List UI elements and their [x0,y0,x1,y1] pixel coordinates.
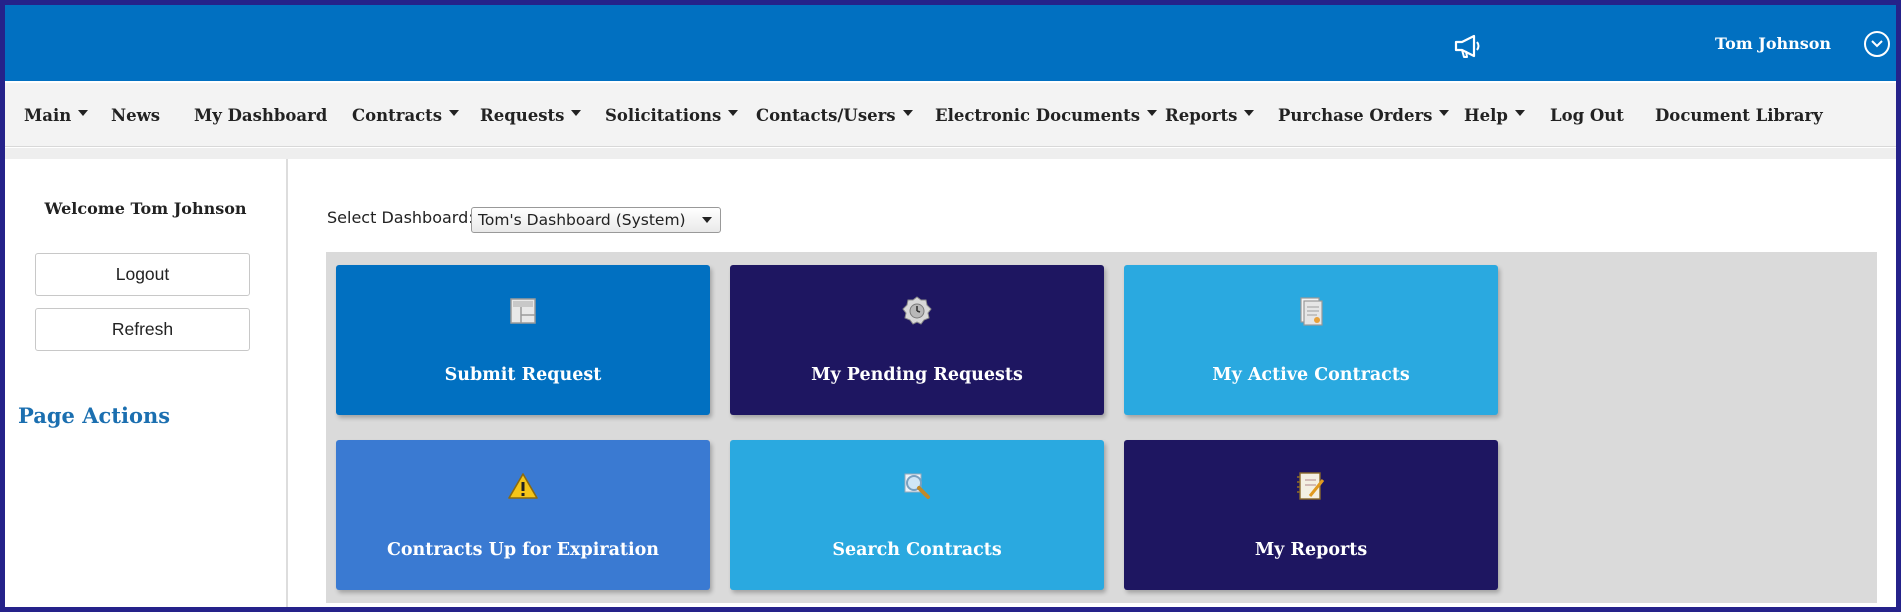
user-name[interactable]: Tom Johnson [1715,29,1831,59]
nav-item-label: Help [1464,105,1508,125]
nav-item-label: News [111,105,161,125]
caret-down-icon [449,110,460,116]
nav-item-label: Requests [480,105,565,125]
sidebar: Welcome Tom Johnson Logout Refresh Page … [5,159,288,607]
notebook-icon [1124,468,1498,504]
tile-label: Submit Request [444,365,602,385]
nav-item-news[interactable]: News [111,83,160,147]
welcome-text: Welcome Tom Johnson [44,199,247,218]
dashboard-select-value: Tom's Dashboard (System) [478,211,686,229]
tile-grid: Submit Request My Pending Requests My Ac… [326,252,1877,603]
nav-item-label: Main [24,105,72,125]
nav-item-label: My Dashboard [194,105,328,125]
nav-item-label: Contracts [352,105,443,125]
nav-item-label: Log Out [1550,105,1624,125]
nav-item-log-out[interactable]: Log Out [1550,83,1624,147]
tile-label: My Active Contracts [1212,365,1410,385]
caret-down-icon [702,217,712,223]
nav-item-solicitations[interactable]: Solicitations [605,83,739,147]
tile-search-contracts[interactable]: Search Contracts [730,440,1104,590]
tile-my-active-contracts[interactable]: My Active Contracts [1124,265,1498,415]
nav-item-label: Solicitations [605,105,722,125]
nav-item-requests[interactable]: Requests [480,83,582,147]
nav-item-help[interactable]: Help [1464,83,1525,147]
nav-item-label: Document Library [1655,105,1823,125]
nav-item-label: Reports [1165,105,1238,125]
megaphone-icon[interactable] [1448,28,1488,64]
chevron-down-circle-icon[interactable] [1864,31,1890,57]
caret-down-icon [1514,110,1525,116]
caret-down-icon [902,110,913,116]
nav-item-contacts-users[interactable]: Contacts/Users [756,83,913,147]
nav-divider [5,148,1896,159]
tile-my-pending-requests[interactable]: My Pending Requests [730,265,1104,415]
dashboard-select[interactable]: Tom's Dashboard (System) [471,207,721,233]
tile-label: Contracts Up for Expiration [386,540,660,560]
caret-down-icon [1147,110,1157,116]
nav-item-label: Contacts/Users [756,105,896,125]
page-actions-heading: Page Actions [18,403,171,428]
nav-item-contracts[interactable]: Contracts [352,83,460,147]
nav-item-electronic-documents[interactable]: Electronic Documents [935,83,1157,147]
dashboard-main: Select Dashboard: Tom's Dashboard (Syste… [290,159,1896,607]
form-icon [336,293,710,329]
caret-down-icon [1244,110,1255,116]
tile-submit-request[interactable]: Submit Request [336,265,710,415]
caret-down-icon [571,110,582,116]
nav-item-label: Electronic Documents [935,105,1140,125]
app-frame: Tom Johnson Main News My Dashboard Contr… [5,5,1896,607]
magnifier-icon [730,468,1104,504]
tile-label: My Reports [1254,540,1368,560]
nav-item-reports[interactable]: Reports [1165,83,1255,147]
caret-down-icon [1439,110,1450,116]
caret-down-icon [78,110,89,116]
refresh-button[interactable]: Refresh [35,308,250,351]
tile-label: My Pending Requests [811,365,1023,385]
nav-item-main[interactable]: Main [24,83,89,147]
nav-item-my-dashboard[interactable]: My Dashboard [194,83,327,147]
logout-button[interactable]: Logout [35,253,250,296]
warning-icon [336,468,710,504]
document-icon [1124,293,1498,329]
tile-label: Search Contracts [832,540,1002,560]
top-header: Tom Johnson [5,5,1896,81]
nav-item-document-library[interactable]: Document Library [1655,83,1823,147]
nav-item-purchase-orders[interactable]: Purchase Orders [1278,83,1450,147]
caret-down-icon [728,110,739,116]
main-nav: Main News My Dashboard Contracts Request… [5,83,1896,147]
tile-my-reports[interactable]: My Reports [1124,440,1498,590]
select-dashboard-label: Select Dashboard: [327,208,474,227]
tile-contracts-up-for-expiration[interactable]: Contracts Up for Expiration [336,440,710,590]
nav-item-label: Purchase Orders [1278,105,1433,125]
clock-badge-icon [730,293,1104,329]
